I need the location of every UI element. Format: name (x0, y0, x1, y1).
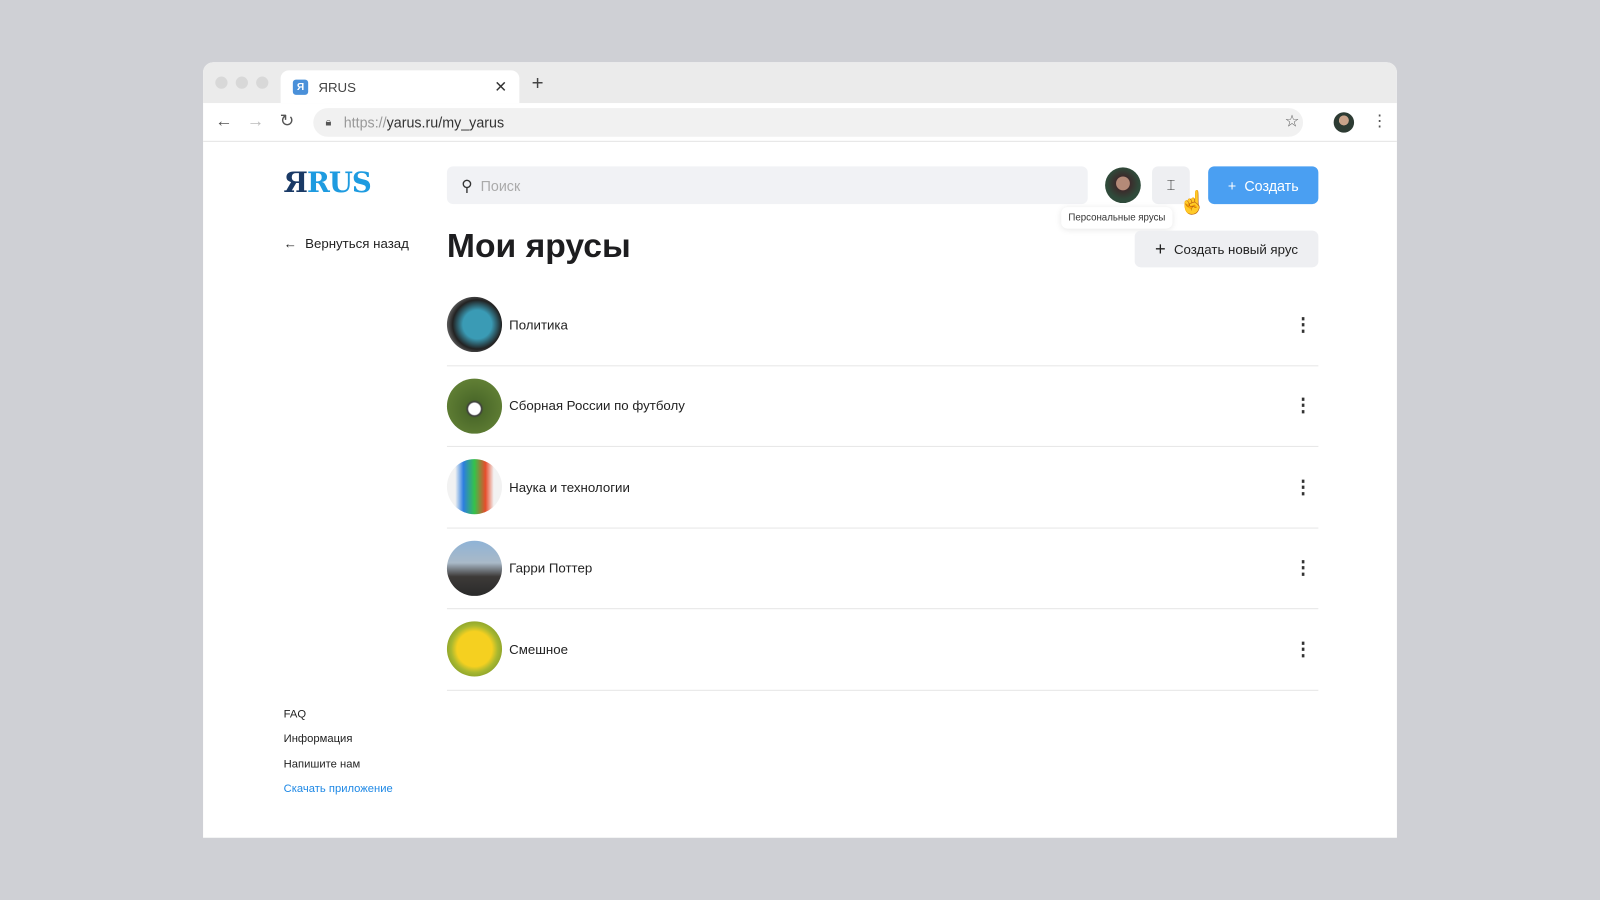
search-input[interactable]: ⚲ Поиск (446, 166, 1088, 205)
footer-link-info[interactable]: Информация (284, 733, 353, 745)
item-name: Гарри Поттер (509, 560, 593, 576)
yarus-logo[interactable]: ЯRUS (284, 167, 372, 199)
page-title: Мои ярусы (446, 226, 631, 265)
window-maximize-dot[interactable] (256, 76, 269, 89)
list-item[interactable]: Политика ⋮ (446, 285, 1319, 366)
tab-bar: Я ЯRUS ✕ + (203, 62, 1397, 104)
window-minimize-dot[interactable] (235, 76, 248, 89)
profile-avatar[interactable] (1333, 112, 1355, 133)
item-name: Наука и технологии (509, 479, 630, 495)
back-label: Вернуться назад (305, 235, 409, 252)
more-options-icon[interactable]: ⋮ (1294, 557, 1312, 578)
bookmark-star-icon[interactable]: ☆ (1285, 111, 1300, 131)
browser-menu-icon[interactable]: ⋮ (1371, 111, 1387, 131)
thumbnail-football (446, 378, 503, 434)
forward-arrow-icon[interactable]: → (247, 111, 264, 131)
new-tab-icon[interactable]: + (532, 72, 544, 95)
url-path: yarus.ru/my_yarus (386, 114, 505, 131)
thumbnail-flasks (446, 459, 503, 515)
more-options-icon[interactable]: ⋮ (1294, 476, 1312, 497)
list-item[interactable]: Гарри Поттер ⋮ (446, 528, 1319, 610)
nav-bar: ← → ↻ 🔒︎ https://yarus.ru/my_yarus ☆ ⋮ (203, 103, 1397, 142)
plus-icon: + (1227, 177, 1237, 194)
footer-link-faq[interactable]: FAQ (284, 708, 306, 720)
layers-icon: ⌶ (1166, 176, 1176, 193)
favicon-icon: Я (292, 79, 309, 95)
lock-icon: 🔒︎ (325, 115, 332, 129)
footer-link-contact[interactable]: Напишите нам (284, 758, 361, 770)
item-name: Смешное (509, 641, 568, 657)
hand-cursor-icon: ☝ (1178, 189, 1207, 216)
browser-tab[interactable]: Я ЯRUS ✕ (280, 70, 520, 104)
list-item[interactable]: Смешное ⋮ (446, 609, 1319, 691)
thumbnail-smiley (446, 621, 503, 677)
user-avatar[interactable] (1105, 167, 1141, 204)
plus-icon: + (1155, 238, 1166, 259)
thumbnail-globe (446, 297, 503, 353)
item-name: Политика (509, 317, 568, 333)
close-tab-icon[interactable]: ✕ (494, 78, 507, 96)
search-placeholder: Поиск (480, 177, 521, 194)
create-label: Создать (1244, 177, 1299, 194)
footer-link-download-app[interactable]: Скачать приложение (284, 783, 393, 795)
reload-icon[interactable]: ↻ (280, 111, 295, 131)
thumbnail-castle (446, 540, 503, 596)
more-options-icon[interactable]: ⋮ (1294, 639, 1312, 660)
yarus-list: Политика ⋮ Сборная России по футболу ⋮ Нау… (446, 285, 1319, 691)
arrow-left-icon: ← (283, 235, 297, 252)
back-link[interactable]: ← Вернуться назад (284, 236, 409, 251)
tooltip: Персональные ярусы (1061, 207, 1173, 229)
url-protocol: https:// (343, 114, 387, 131)
list-item[interactable]: Сборная России по футболу ⋮ (446, 366, 1319, 447)
browser-window: Я ЯRUS ✕ + ← → ↻ 🔒︎ https://yarus.ru/my_… (203, 62, 1397, 838)
item-name: Сборная России по футболу (509, 398, 685, 414)
more-options-icon[interactable]: ⋮ (1294, 395, 1312, 416)
window-close-dot[interactable] (215, 76, 228, 89)
list-item[interactable]: Наука и технологии ⋮ (446, 447, 1319, 529)
create-button[interactable]: + Создать (1208, 166, 1319, 205)
more-options-icon[interactable]: ⋮ (1294, 314, 1312, 335)
tab-title: ЯRUS (318, 79, 356, 95)
new-yarus-label: Создать новый ярус (1173, 241, 1298, 257)
address-bar[interactable]: 🔒︎ https://yarus.ru/my_yarus (313, 108, 1304, 137)
create-new-yarus-button[interactable]: + Создать новый ярус (1134, 230, 1319, 268)
back-arrow-icon[interactable]: ← (215, 111, 232, 131)
search-icon: ⚲ (461, 177, 473, 195)
